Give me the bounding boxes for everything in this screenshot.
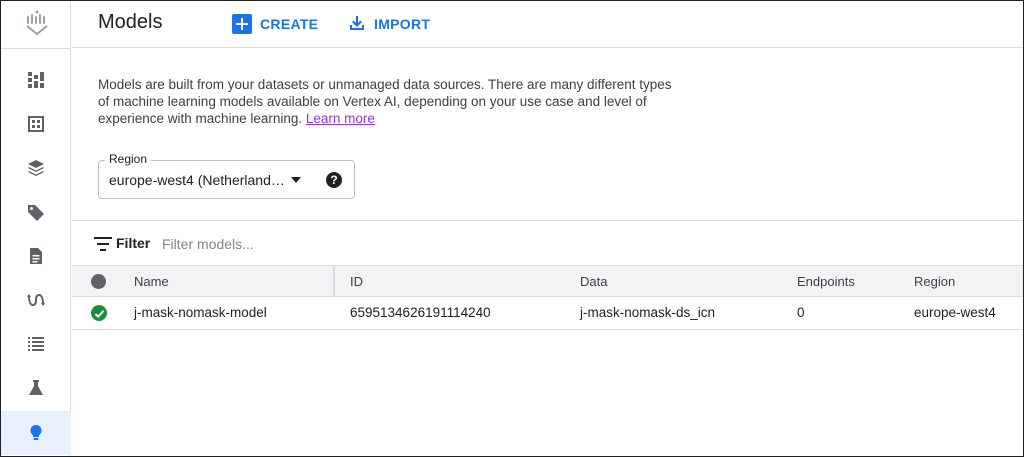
- status-column-icon: [91, 274, 106, 289]
- model-endpoints: 0: [797, 305, 805, 320]
- model-id: 6595134626191114240: [350, 305, 491, 320]
- dropdown-arrow-icon: [291, 177, 301, 183]
- region-select[interactable]: Region europe-west4 (Netherland… ?: [98, 152, 355, 199]
- sidebar-item-dashboard[interactable]: [1, 58, 71, 102]
- region-value: europe-west4 (Netherland…: [109, 172, 285, 188]
- learn-more-link[interactable]: Learn more: [306, 111, 375, 126]
- sidebar-item-pipelines[interactable]: [1, 278, 71, 322]
- model-region: europe-west4: [914, 305, 996, 320]
- filter-label[interactable]: Filter: [116, 235, 150, 251]
- success-check-icon: [91, 305, 107, 321]
- list-icon: [28, 337, 44, 351]
- column-header-region[interactable]: Region: [914, 274, 955, 289]
- column-header-data[interactable]: Data: [580, 274, 607, 289]
- import-button[interactable]: IMPORT: [348, 12, 430, 36]
- import-button-label: IMPORT: [374, 16, 431, 32]
- add-icon: [232, 14, 252, 34]
- sidebar-item-experiments[interactable]: [1, 366, 71, 410]
- sidebar-item-notebooks[interactable]: [1, 234, 71, 278]
- document-icon: [30, 248, 42, 264]
- lightbulb-icon: [30, 425, 42, 440]
- page-header: Models CREATE IMPORT: [72, 1, 1023, 48]
- sidebar: [1, 1, 71, 456]
- model-name-link[interactable]: j-mask-nomask-model: [134, 305, 267, 320]
- table-row[interactable]: j-mask-nomask-model 6595134626191114240 …: [72, 297, 1023, 330]
- create-button[interactable]: CREATE: [232, 12, 318, 36]
- column-header-endpoints[interactable]: Endpoints: [797, 274, 855, 289]
- column-header-id[interactable]: ID: [350, 274, 363, 289]
- page-title: Models: [98, 11, 163, 33]
- datasets-icon: [28, 116, 44, 132]
- flask-icon: [29, 380, 43, 395]
- sidebar-item-datasets[interactable]: [1, 102, 71, 146]
- column-header-name[interactable]: Name: [134, 274, 169, 289]
- sidebar-item-models[interactable]: [1, 411, 71, 455]
- sidebar-divider: [1, 48, 71, 49]
- help-icon[interactable]: ?: [326, 172, 342, 188]
- description-text: Models are built from your datasets or u…: [98, 77, 672, 126]
- dashboard-icon: [28, 72, 44, 88]
- filter-input[interactable]: [162, 231, 562, 257]
- import-icon: [348, 14, 366, 35]
- filter-icon[interactable]: [94, 237, 112, 251]
- tag-icon: [28, 205, 44, 221]
- vertex-ai-logo-icon[interactable]: [24, 9, 50, 37]
- model-data-link[interactable]: j-mask-nomask-ds_icn: [580, 305, 715, 320]
- sidebar-item-labeling[interactable]: [1, 190, 71, 234]
- sidebar-item-features[interactable]: [1, 146, 71, 190]
- filter-bar: Filter: [72, 220, 1023, 266]
- sidebar-item-training[interactable]: [1, 322, 71, 366]
- table-header: Name ID Data Endpoints Region: [72, 265, 1023, 297]
- pipelines-icon: [27, 293, 45, 307]
- region-label: Region: [105, 152, 152, 166]
- create-button-label: CREATE: [260, 16, 319, 32]
- features-icon: [28, 160, 44, 176]
- page-description: Models are built from your datasets or u…: [98, 76, 678, 127]
